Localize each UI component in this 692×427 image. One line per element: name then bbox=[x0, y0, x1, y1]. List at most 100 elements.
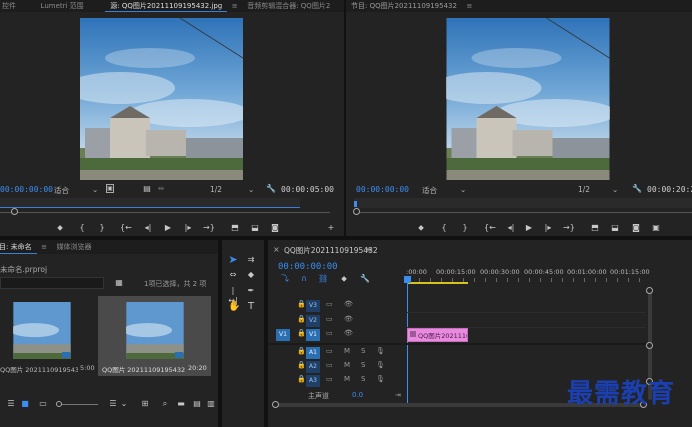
sync-lock-icon[interactable]: ▭ bbox=[326, 374, 333, 384]
track-a2-label[interactable]: A2 bbox=[306, 361, 320, 373]
lock-icon[interactable]: 🔒 bbox=[297, 328, 306, 338]
mute-button[interactable]: M bbox=[344, 360, 350, 370]
nest-toggle-icon[interactable]: ⤵ bbox=[280, 274, 290, 284]
program-timecode[interactable]: 00:00:00:00 bbox=[356, 185, 409, 194]
razor-tool-icon[interactable]: ◆ bbox=[246, 270, 256, 280]
program-export-frame-icon[interactable]: ◙ bbox=[631, 223, 641, 233]
tab-source[interactable]: 源: QQ图片20211109195432.jpg bbox=[105, 0, 228, 12]
source-export-frame-icon[interactable]: ◙ bbox=[270, 223, 280, 233]
tab-project[interactable]: 项目: 未命名 bbox=[0, 240, 37, 254]
program-extract-icon[interactable]: ⬓ bbox=[610, 223, 620, 233]
zoom-slider[interactable] bbox=[58, 404, 98, 405]
program-timebar[interactable] bbox=[354, 198, 692, 208]
lock-icon[interactable]: 🔒 bbox=[297, 360, 306, 370]
vscroll-top-handle-icon[interactable] bbox=[646, 287, 653, 294]
timeline-menu-icon[interactable]: ≡ bbox=[365, 245, 372, 254]
project-item-thumbnail[interactable] bbox=[13, 302, 71, 359]
track-a1-label[interactable]: A1 bbox=[306, 347, 320, 359]
mute-button[interactable]: M bbox=[344, 374, 350, 384]
source-settings-icon[interactable]: ▣ bbox=[106, 184, 114, 193]
tab-media-browser[interactable]: 媒体浏览器 bbox=[52, 240, 97, 254]
program-go-to-out-icon[interactable]: →} bbox=[563, 223, 575, 233]
source-step-forward-icon[interactable]: |▸ bbox=[183, 223, 193, 233]
tab-source-menu[interactable]: ≡ bbox=[230, 0, 240, 12]
program-compare-icon[interactable]: ▣ bbox=[651, 223, 661, 233]
program-mark-in-icon[interactable]: { bbox=[439, 223, 449, 233]
solo-button[interactable]: S bbox=[361, 374, 365, 384]
tab-effect-controls[interactable]: 控件 bbox=[0, 0, 21, 12]
sync-lock-icon[interactable]: ▭ bbox=[326, 346, 333, 356]
tab-lumetri-scopes[interactable]: Lumetri 范围 bbox=[36, 0, 89, 12]
type-tool-icon[interactable]: T bbox=[246, 302, 256, 312]
program-wrench-icon[interactable]: 🔧 bbox=[632, 184, 642, 194]
sync-lock-icon[interactable]: ▭ bbox=[326, 314, 333, 324]
program-step-forward-icon[interactable]: |▸ bbox=[543, 223, 553, 233]
source-add-button-icon[interactable]: + bbox=[326, 223, 336, 233]
mute-button[interactable]: M bbox=[344, 346, 350, 356]
playhead-handle-icon[interactable] bbox=[404, 276, 411, 283]
video-audio-divider[interactable] bbox=[268, 343, 648, 345]
tab-program-menu[interactable]: ≡ bbox=[465, 0, 475, 12]
new-item-icon[interactable]: ▤ bbox=[192, 399, 202, 409]
eye-icon[interactable]: 👁 bbox=[344, 314, 353, 324]
lock-icon[interactable]: 🔒 bbox=[297, 374, 306, 384]
vscroll-mid-handle-icon[interactable] bbox=[646, 342, 653, 349]
project-item-selected[interactable]: QQ图片 20211109195432 20:20 bbox=[98, 296, 211, 376]
sync-lock-icon[interactable]: ▭ bbox=[326, 328, 333, 338]
sync-lock-icon[interactable]: ▭ bbox=[326, 360, 333, 370]
eye-icon[interactable]: 👁 bbox=[344, 299, 353, 309]
source-timecode[interactable]: 00:00:00:00 bbox=[0, 185, 53, 194]
zoom-slider-handle-icon[interactable] bbox=[56, 401, 62, 407]
tab-audio-clip-mixer[interactable]: 音频剪辑混合器: QQ图片2 bbox=[242, 0, 335, 12]
linked-selection-icon[interactable]: ⛓ bbox=[318, 274, 328, 284]
eye-icon[interactable]: 👁 bbox=[344, 328, 353, 338]
add-marker-icon[interactable]: ⬥ bbox=[339, 274, 349, 284]
sort-chevron-icon[interactable]: ⌄ bbox=[119, 399, 129, 409]
lock-icon[interactable]: 🔒 bbox=[297, 314, 306, 324]
timeline-settings-wrench-icon[interactable]: 🔧 bbox=[360, 274, 370, 284]
source-playhead-icon[interactable] bbox=[11, 208, 18, 215]
source-mark-out-icon[interactable]: } bbox=[97, 223, 107, 233]
freeform-view-icon[interactable]: ▭ bbox=[38, 399, 48, 409]
lock-icon[interactable]: 🔒 bbox=[297, 299, 306, 309]
hscroll-left-handle-icon[interactable] bbox=[272, 401, 279, 408]
program-mark-out-icon[interactable]: } bbox=[460, 223, 470, 233]
snap-icon[interactable]: ∩ bbox=[299, 274, 309, 284]
source-insert-icon[interactable]: ⬒ bbox=[230, 223, 240, 233]
timeline-close-icon[interactable]: × bbox=[273, 245, 280, 254]
solo-button[interactable]: S bbox=[361, 360, 365, 370]
lock-icon[interactable]: 🔒 bbox=[297, 346, 306, 356]
source-drag-audio-icon[interactable]: ⇹ bbox=[156, 184, 166, 194]
pen-tool-icon[interactable]: ✒ bbox=[246, 286, 256, 296]
mic-icon[interactable]: 🎙 bbox=[376, 346, 385, 356]
track-v2-label[interactable]: V2 bbox=[306, 315, 320, 327]
source-resolution-dropdown[interactable]: 1/2 bbox=[210, 185, 222, 194]
program-scrubber-track[interactable] bbox=[354, 212, 692, 213]
mic-icon[interactable]: 🎙 bbox=[376, 360, 385, 370]
find-icon[interactable]: ⌕ bbox=[160, 399, 170, 409]
track-v1-label[interactable]: V1 bbox=[306, 329, 320, 341]
icon-view-icon[interactable]: ■ bbox=[20, 399, 30, 409]
source-resolution-chevron-icon[interactable]: ⌄ bbox=[248, 185, 254, 194]
source-drag-video-icon[interactable]: ▤ bbox=[142, 184, 152, 194]
source-scrubber-track[interactable] bbox=[0, 212, 330, 213]
program-lift-icon[interactable]: ⬒ bbox=[590, 223, 600, 233]
source-wrench-icon[interactable]: 🔧 bbox=[266, 184, 276, 194]
list-view-icon[interactable]: ☰ bbox=[6, 399, 16, 409]
automate-icon[interactable]: ⊞ bbox=[140, 399, 150, 409]
timeline-timecode[interactable]: 00:00:00:00 bbox=[278, 262, 338, 272]
source-go-to-out-icon[interactable]: →} bbox=[203, 223, 215, 233]
timeline-clip[interactable]: QQ图片20211109195432 bbox=[407, 328, 468, 342]
source-overwrite-icon[interactable]: ⬓ bbox=[250, 223, 260, 233]
source-timebar[interactable] bbox=[0, 198, 300, 208]
project-search-input[interactable] bbox=[0, 277, 104, 289]
program-resolution-chevron-icon[interactable]: ⌄ bbox=[612, 185, 618, 194]
mic-icon[interactable]: 🎙 bbox=[376, 374, 385, 384]
source-fit-chevron-icon[interactable]: ⌄ bbox=[92, 185, 98, 194]
selection-tool-icon[interactable]: ➤ bbox=[228, 254, 238, 265]
go-to-end-icon[interactable]: ⇥ bbox=[395, 390, 401, 400]
ripple-edit-tool-icon[interactable]: ⇔ bbox=[228, 270, 238, 280]
timeline-sequence-tab[interactable]: QQ图片20211109195432 bbox=[284, 245, 378, 256]
new-bin-icon[interactable]: ▦ bbox=[114, 278, 124, 288]
hand-tool-icon[interactable]: ✋ bbox=[228, 302, 240, 312]
